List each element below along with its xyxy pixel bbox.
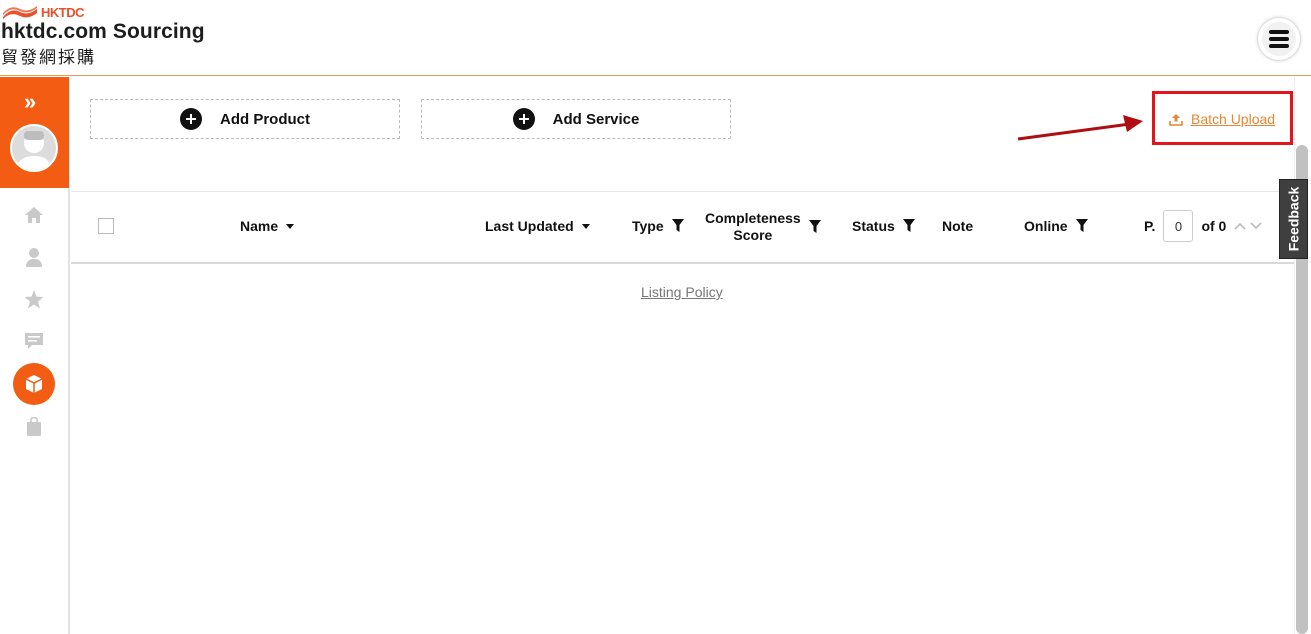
- brand-title[interactable]: hktdc.com Sourcing: [1, 20, 205, 44]
- listing-policy-link[interactable]: Listing Policy: [641, 284, 723, 300]
- filter-icon[interactable]: [671, 219, 684, 233]
- sort-caret-icon: [286, 223, 295, 229]
- listing-table-header: Name Last Updated Type Completeness Scor…: [71, 191, 1297, 264]
- filter-icon[interactable]: [902, 219, 915, 233]
- add-service-label: Add Service: [552, 110, 640, 128]
- bag-icon[interactable]: [24, 416, 44, 436]
- batch-upload-label: Batch Upload: [1191, 111, 1276, 127]
- upload-icon: [1169, 113, 1183, 126]
- column-last-updated-label: Last Updated: [485, 218, 574, 234]
- hamburger-menu-button[interactable]: [1257, 17, 1301, 61]
- column-completeness-label-2: Score: [733, 227, 773, 243]
- double-chevron-right-icon[interactable]: »: [24, 91, 36, 113]
- sidebar: »: [0, 77, 70, 634]
- hktdc-logo[interactable]: HKTDC: [2, 5, 85, 20]
- page-header: HKTDC hktdc.com Sourcing 貿發網採購: [0, 0, 1311, 76]
- column-name-label: Name: [240, 218, 279, 234]
- message-icon[interactable]: [24, 331, 44, 351]
- hktdc-logo-text: HKTDC: [41, 5, 85, 20]
- annotation-arrow: [1017, 115, 1143, 141]
- batch-upload-link[interactable]: Batch Upload: [1169, 111, 1275, 127]
- column-last-updated[interactable]: Last Updated: [485, 218, 590, 234]
- column-note-label: Note: [942, 218, 974, 234]
- chevron-up-icon[interactable]: [1234, 219, 1246, 233]
- column-online[interactable]: Online: [1024, 218, 1088, 234]
- page-number-input[interactable]: [1163, 210, 1194, 242]
- pagination-label: P.: [1144, 218, 1156, 234]
- column-completeness-score[interactable]: Completeness Score: [705, 210, 821, 244]
- column-note: Note: [942, 218, 973, 234]
- filter-icon[interactable]: [808, 220, 821, 234]
- add-product-button[interactable]: Add Product: [90, 99, 400, 139]
- select-all-checkbox[interactable]: [98, 218, 114, 234]
- column-name[interactable]: Name: [240, 218, 295, 234]
- column-online-label: Online: [1024, 218, 1068, 234]
- filter-icon[interactable]: [1075, 219, 1088, 233]
- sort-caret-icon: [581, 223, 590, 229]
- star-icon[interactable]: [24, 289, 44, 309]
- pagination-total: of 0: [1201, 218, 1227, 234]
- chevron-down-icon[interactable]: [1250, 219, 1262, 233]
- column-type-label: Type: [632, 218, 664, 234]
- hktdc-logo-mark-icon: [2, 5, 38, 20]
- feedback-label: Feedback: [1285, 186, 1302, 252]
- box-icon[interactable]: [13, 363, 55, 405]
- home-icon[interactable]: [24, 205, 44, 225]
- avatar[interactable]: [10, 124, 58, 172]
- sidebar-profile-panel: »: [0, 77, 69, 188]
- add-service-button[interactable]: Add Service: [421, 99, 731, 139]
- column-type[interactable]: Type: [632, 218, 684, 234]
- brand-subtitle: 貿發網採購: [1, 48, 96, 68]
- plus-circle-icon: [512, 108, 535, 130]
- hamburger-menu-icon: [1262, 22, 1296, 56]
- add-product-label: Add Product: [220, 110, 310, 128]
- user-icon[interactable]: [24, 247, 44, 267]
- pagination: P. of 0: [1144, 210, 1262, 242]
- plus-circle-icon: [180, 108, 202, 130]
- feedback-tab[interactable]: Feedback: [1279, 179, 1308, 259]
- column-status[interactable]: Status: [852, 218, 915, 234]
- column-status-label: Status: [852, 218, 895, 234]
- column-completeness-label-1: Completeness: [705, 210, 801, 226]
